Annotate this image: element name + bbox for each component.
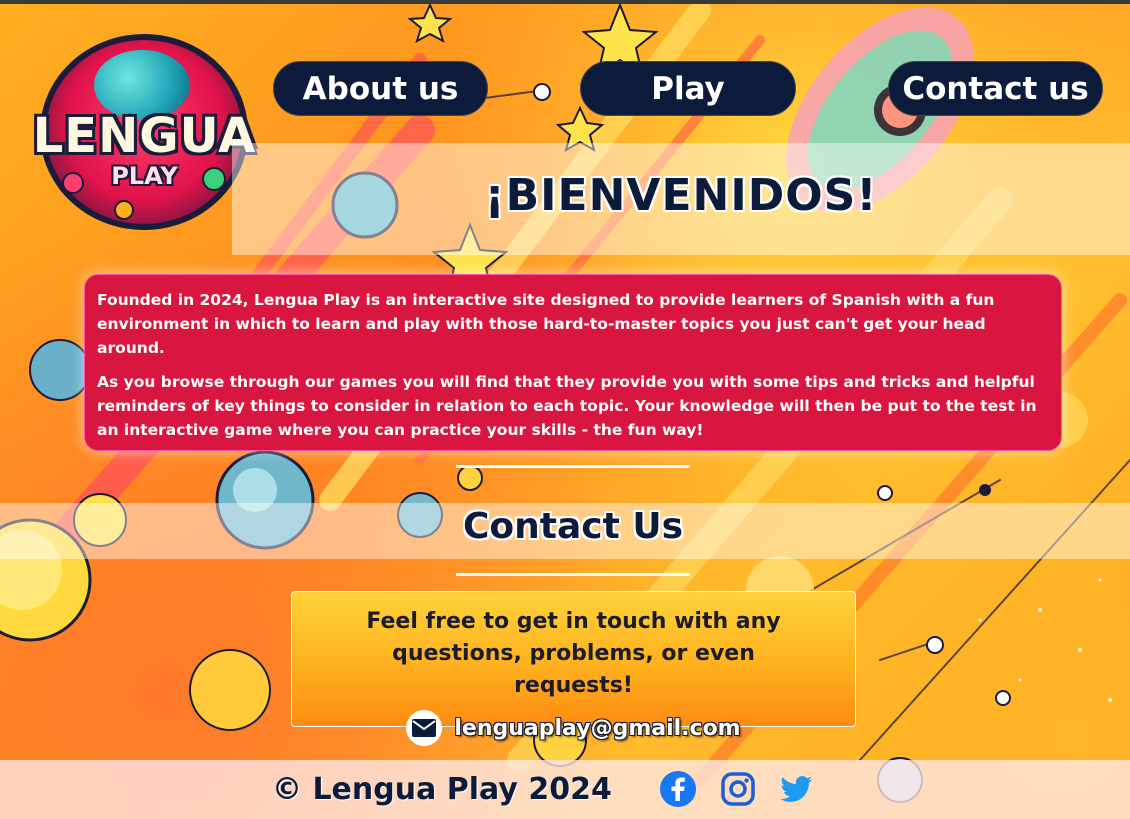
about-section: Founded in 2024, Lengua Play is an inter… (84, 274, 1062, 451)
divider (456, 573, 690, 576)
about-paragraph: Founded in 2024, Lengua Play is an inter… (97, 291, 995, 357)
logo-subtitle: PLAY (111, 162, 178, 190)
top-border (0, 0, 1130, 4)
logo-decoration (114, 200, 134, 220)
contact-card: Feel free to get in touch with any quest… (291, 591, 856, 746)
about-paragraph: As you browse through our games you will… (97, 373, 1037, 439)
nav-about-button[interactable]: About us (273, 61, 488, 116)
envelope-icon[interactable] (406, 710, 443, 746)
nav-play-button[interactable]: Play (580, 61, 796, 116)
logo[interactable]: LENGUA PLAY (32, 22, 257, 232)
contact-message: Feel free to get in touch with any quest… (366, 609, 781, 698)
email-row: lenguaplay@gmail.com (292, 710, 855, 746)
email-link[interactable]: lenguaplay@gmail.com (454, 716, 740, 741)
facebook-icon[interactable] (659, 770, 697, 808)
instagram-icon[interactable] (719, 770, 757, 808)
nav-contact-button[interactable]: Contact us (888, 61, 1103, 116)
divider (456, 465, 690, 468)
welcome-heading: ¡BIENVENIDOS! (484, 170, 878, 221)
logo-wordmark: LENGUA (32, 108, 257, 164)
copyright-text: © Lengua Play 2024 (272, 772, 612, 807)
twitter-icon[interactable] (777, 770, 815, 808)
contact-heading: Contact Us (462, 506, 684, 547)
